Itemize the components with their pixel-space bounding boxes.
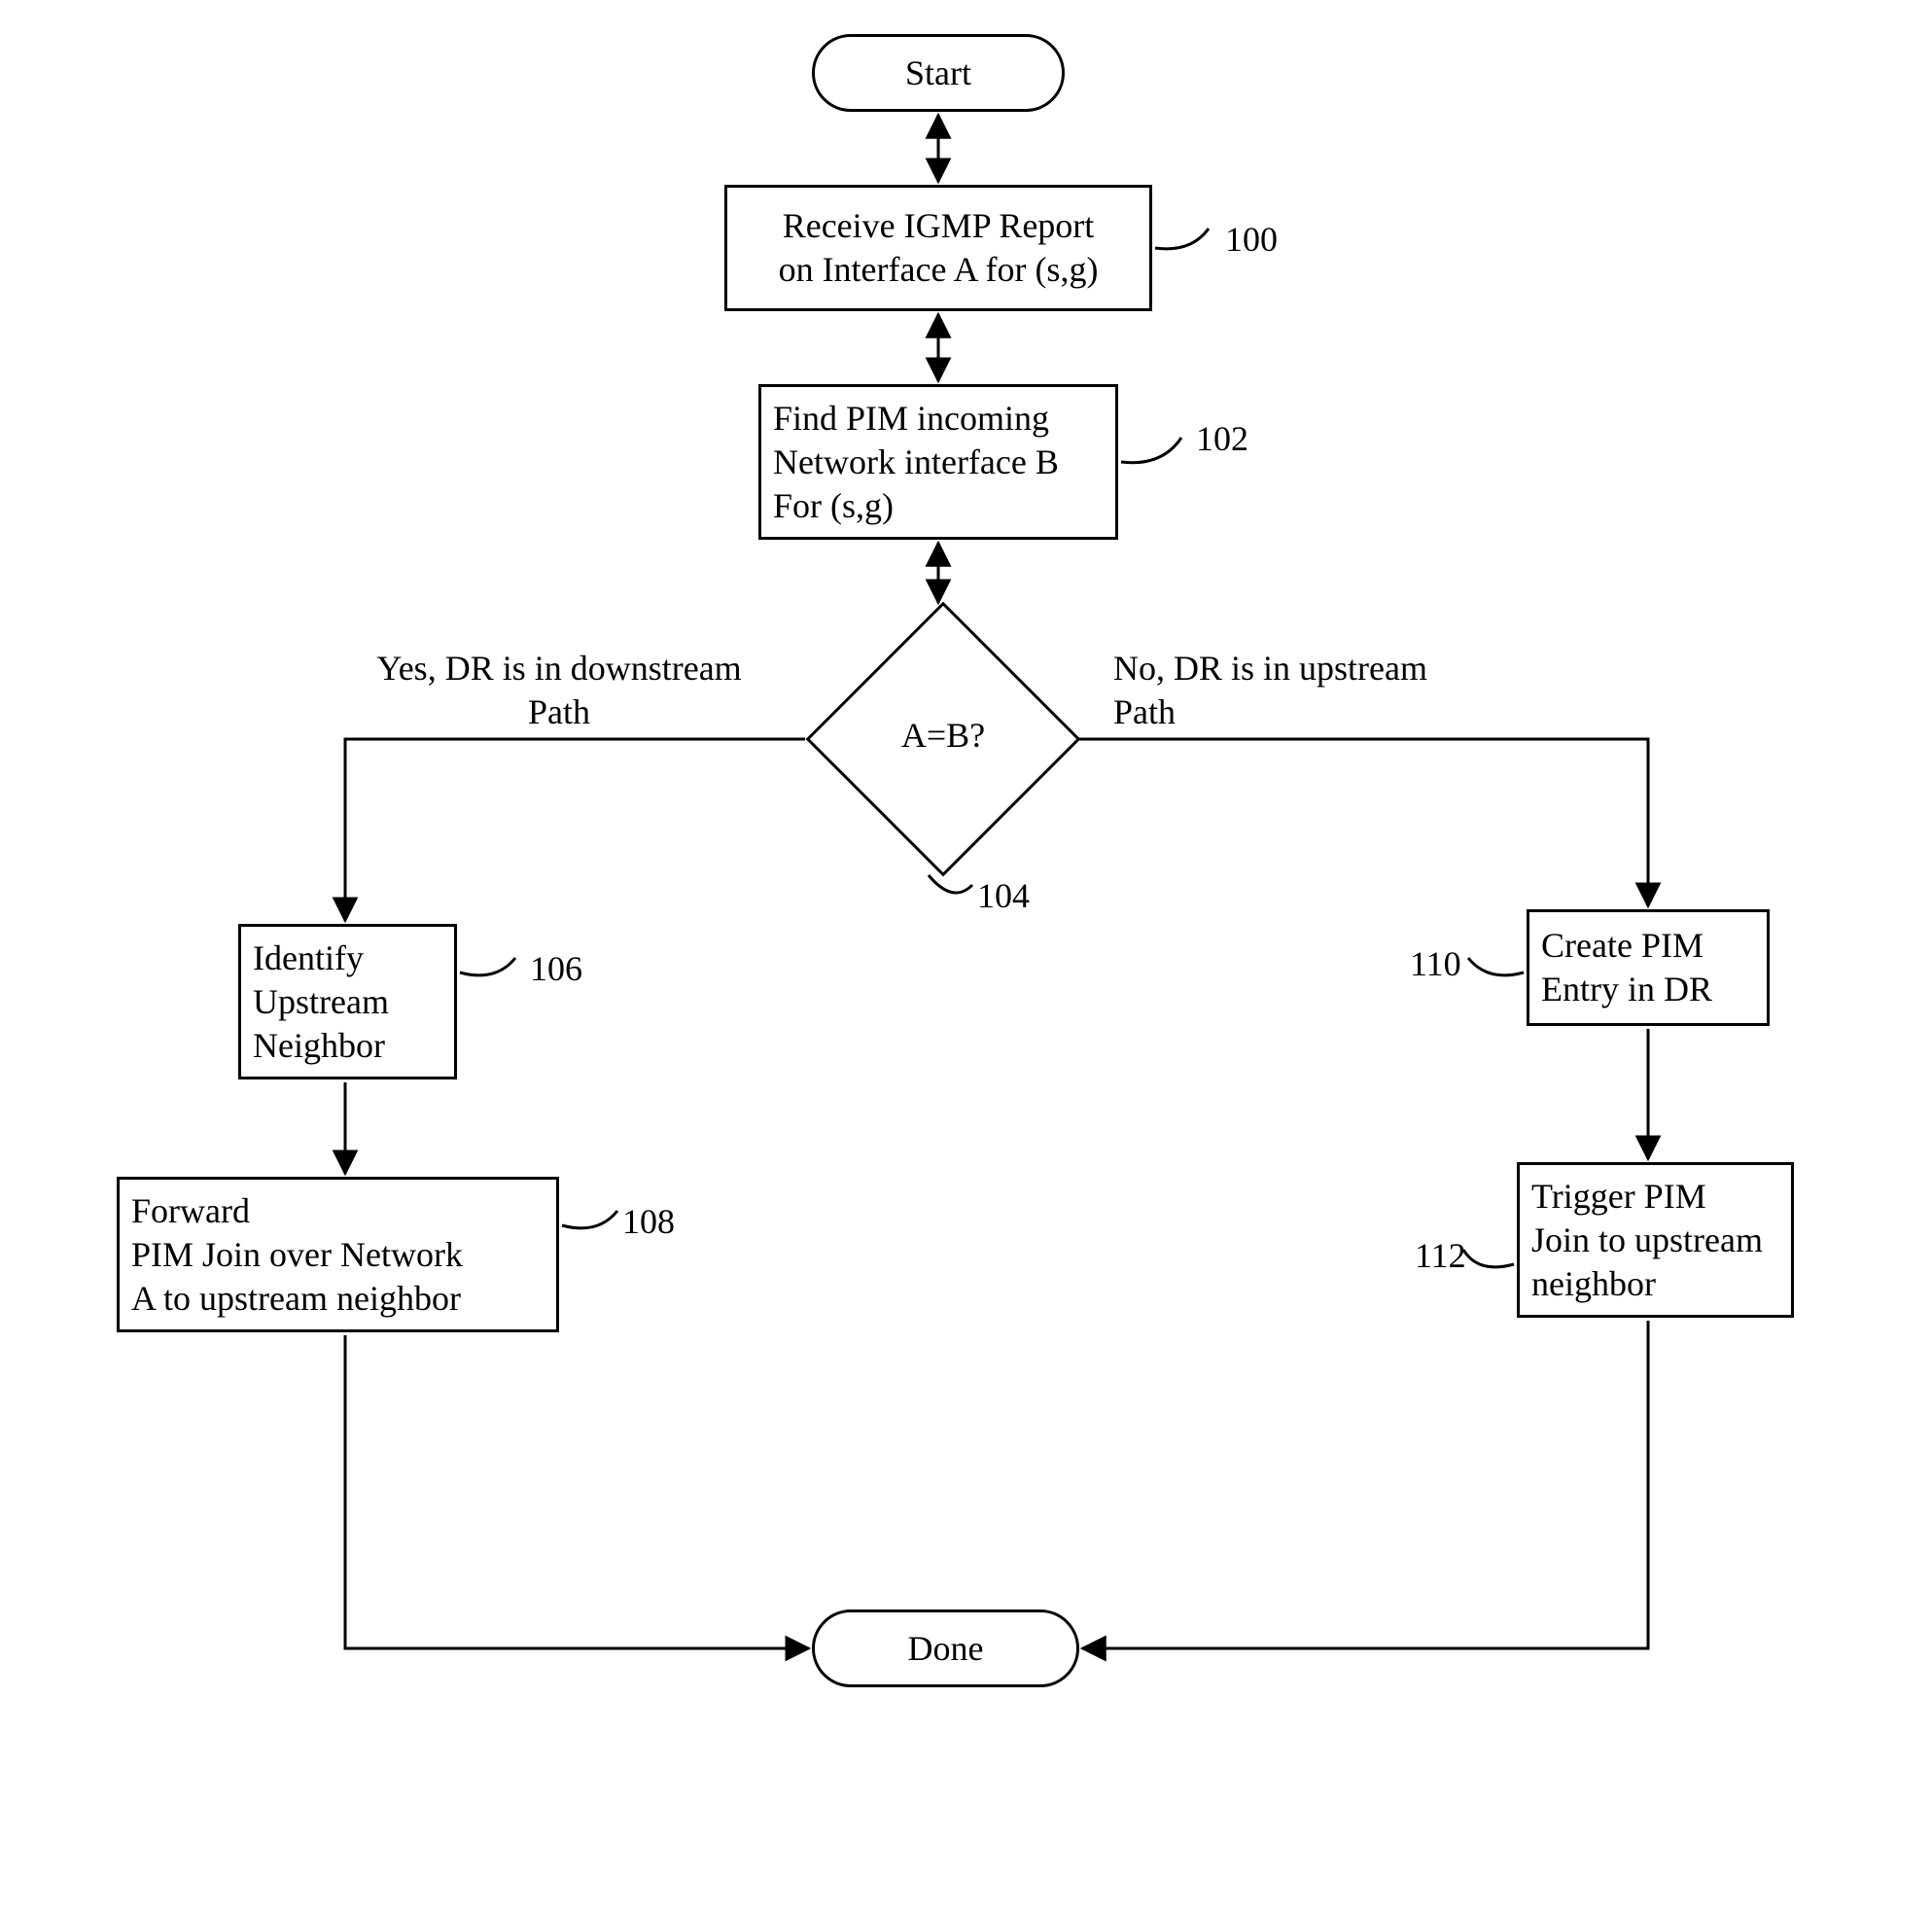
step-110-ref: 110: [1410, 943, 1461, 984]
step-100-ref: 100: [1225, 219, 1278, 260]
done-terminator: Done: [812, 1609, 1079, 1687]
step-108-box: Forward PIM Join over Network A to upstr…: [117, 1177, 559, 1332]
step-100-box: Receive IGMP Report on Interface A for (…: [724, 185, 1152, 311]
step-112-box: Trigger PIM Join to upstream neighbor: [1517, 1162, 1794, 1318]
step-108-ref: 108: [622, 1201, 675, 1242]
start-terminator: Start: [812, 34, 1065, 112]
decision-104-text: A=B?: [890, 715, 997, 756]
step-112-ref: 112: [1415, 1235, 1466, 1276]
step-106-box: Identify Upstream Neighbor: [238, 924, 457, 1079]
step-102-ref: 102: [1196, 418, 1248, 459]
decision-104-ref: 104: [977, 875, 1030, 916]
step-110-box: Create PIM Entry in DR: [1527, 909, 1770, 1026]
decision-no-label: No, DR is in upstream Path: [1113, 647, 1522, 734]
decision-yes-label: Yes, DR is in downstream Path: [335, 647, 783, 734]
step-102-box: Find PIM incoming Network interface B Fo…: [758, 384, 1118, 540]
step-106-ref: 106: [530, 948, 582, 989]
